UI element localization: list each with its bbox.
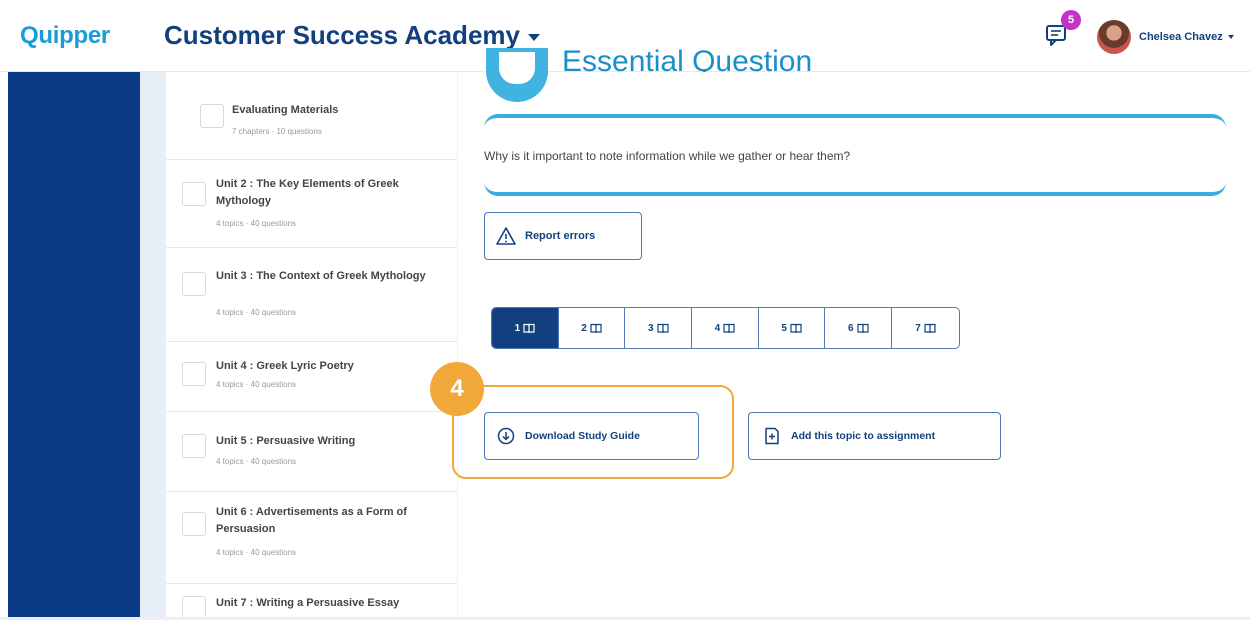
list-item[interactable]: Unit 7 : Writing a Persuasive Essay bbox=[166, 584, 457, 620]
topic-title: Unit 7 : Writing a Persuasive Essay bbox=[216, 597, 400, 609]
book-icon bbox=[723, 323, 735, 333]
sidebar-nav-panel bbox=[8, 72, 140, 620]
essential-question-card: Why is it important to note information … bbox=[484, 114, 1226, 196]
topic-meta: 7 chapters · 10 questions bbox=[232, 127, 322, 136]
topic-meta: 4 topics · 40 questions bbox=[216, 380, 297, 389]
add-to-assignment-label: Add this topic to assignment bbox=[791, 430, 936, 442]
topic-title: Unit 5 : Persuasive Writing bbox=[216, 435, 356, 447]
warning-icon bbox=[496, 227, 516, 245]
section-title: Essential Question bbox=[562, 45, 813, 72]
chapter-tab-5[interactable]: 5 bbox=[759, 308, 826, 348]
chapter-tab-7[interactable]: 7 bbox=[892, 308, 959, 348]
chapter-tab-2[interactable]: 2 bbox=[559, 308, 626, 348]
topic-checkbox[interactable] bbox=[182, 182, 206, 206]
download-icon bbox=[497, 427, 515, 445]
topic-list[interactable]: Evaluating Materials 7 chapters · 10 que… bbox=[166, 72, 458, 620]
list-item[interactable]: Unit 6 : Advertisements as a Form of Per… bbox=[166, 492, 457, 584]
chevron-down-icon bbox=[527, 34, 540, 41]
chapter-tab-3[interactable]: 3 bbox=[625, 308, 693, 348]
topic-checkbox[interactable] bbox=[182, 434, 206, 458]
topic-title: Unit 4 : Greek Lyric Poetry bbox=[216, 360, 354, 372]
book-icon bbox=[523, 323, 535, 333]
add-document-icon bbox=[765, 427, 779, 445]
list-item[interactable]: Unit 2 : The Key Elements of Greek Mytho… bbox=[166, 160, 457, 248]
book-icon bbox=[790, 323, 802, 333]
topic-title: Evaluating Materials bbox=[232, 104, 339, 116]
topic-checkbox[interactable] bbox=[200, 104, 224, 128]
user-avatar[interactable] bbox=[1097, 20, 1131, 54]
topic-meta: 4 topics · 40 questions bbox=[216, 308, 297, 317]
chapter-tab-6[interactable]: 6 bbox=[825, 308, 893, 348]
topic-checkbox[interactable] bbox=[182, 272, 206, 296]
user-menu[interactable]: Chelsea Chavez bbox=[1139, 31, 1234, 43]
chapter-tab-1[interactable]: 1 bbox=[492, 308, 559, 348]
download-study-guide-button[interactable]: Download Study Guide bbox=[484, 412, 699, 460]
notification-badge: 5 bbox=[1061, 10, 1081, 30]
topic-checkbox[interactable] bbox=[182, 362, 206, 386]
report-errors-label: Report errors bbox=[525, 230, 596, 242]
topic-title: Unit 6 : Advertisements as a Form of Per… bbox=[216, 506, 407, 535]
topic-checkbox[interactable] bbox=[182, 512, 206, 536]
download-study-guide-label: Download Study Guide bbox=[525, 430, 640, 442]
sidebar-gutter bbox=[140, 72, 166, 620]
chevron-down-icon bbox=[1227, 35, 1234, 39]
topic-meta: 4 topics · 40 questions bbox=[216, 548, 297, 557]
add-to-assignment-button[interactable]: Add this topic to assignment bbox=[748, 412, 1001, 460]
course-selector[interactable]: Customer Success Academy bbox=[164, 20, 540, 51]
chapter-tabs: 1 2 3 4 5 6 7 bbox=[491, 307, 960, 349]
list-item[interactable]: Unit 3 : The Context of Greek Mythology … bbox=[166, 248, 457, 342]
topic-title: Unit 2 : The Key Elements of Greek Mytho… bbox=[216, 178, 399, 207]
user-name: Chelsea Chavez bbox=[1139, 31, 1223, 43]
list-item[interactable]: Unit 4 : Greek Lyric Poetry 4 topics · 4… bbox=[166, 342, 457, 412]
topic-meta: 4 topics · 40 questions bbox=[216, 219, 297, 228]
question-text: Why is it important to note information … bbox=[484, 149, 851, 163]
book-icon bbox=[656, 323, 669, 333]
topic-meta: 4 topics · 40 questions bbox=[216, 457, 297, 466]
book-icon bbox=[590, 323, 602, 333]
list-item[interactable]: Unit 5 : Persuasive Writing 4 topics · 4… bbox=[166, 412, 457, 492]
list-item[interactable]: Evaluating Materials 7 chapters · 10 que… bbox=[166, 72, 457, 160]
book-icon bbox=[924, 323, 936, 333]
course-title: Customer Success Academy bbox=[164, 20, 520, 50]
book-icon bbox=[856, 323, 869, 333]
report-errors-button[interactable]: Report errors bbox=[484, 212, 642, 260]
topic-title: Unit 3 : The Context of Greek Mythology bbox=[216, 270, 426, 282]
left-edge bbox=[0, 72, 8, 620]
quipper-logo[interactable]: Quipper bbox=[20, 22, 110, 50]
messages-button[interactable]: 5 bbox=[1044, 10, 1081, 52]
step-number-badge: 4 bbox=[430, 362, 484, 416]
essential-question-icon bbox=[486, 48, 548, 102]
chapter-tab-4[interactable]: 4 bbox=[692, 308, 759, 348]
